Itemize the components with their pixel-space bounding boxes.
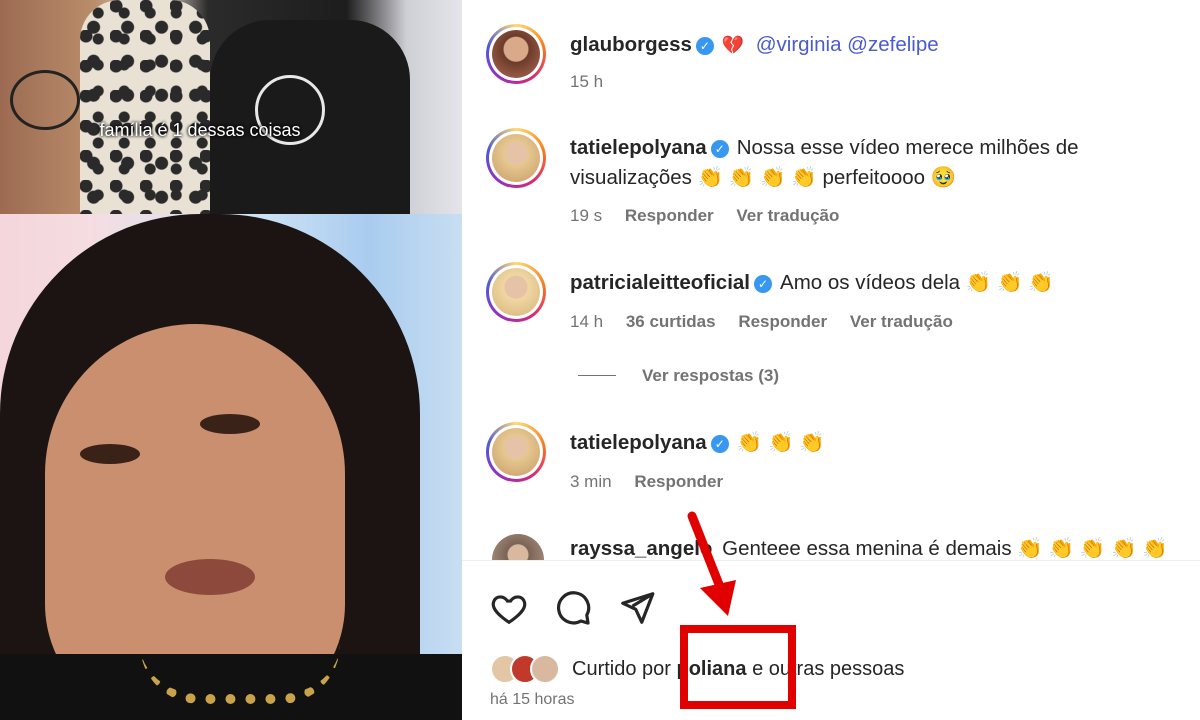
annotation-arrow-icon bbox=[687, 511, 736, 616]
comment-meta: 15 h bbox=[570, 72, 621, 92]
comment-body: Nossa esse vídeo merece milhões de bbox=[736, 136, 1079, 159]
broken-heart-emoji: 💔 bbox=[721, 35, 745, 56]
comment-text-line2: visualizações 👏 👏 👏 👏 perfeitoooo 🥹 bbox=[570, 166, 957, 189]
comment-username[interactable]: glauborgess bbox=[570, 33, 692, 56]
person-lips bbox=[165, 559, 255, 595]
comment-mentions[interactable]: @virginia @zefelipe bbox=[756, 33, 939, 56]
comment-username[interactable]: tatielepolyana bbox=[570, 136, 707, 159]
comment-meta: 19 s Responder Ver tradução bbox=[570, 206, 857, 226]
heart-icon[interactable] bbox=[490, 589, 528, 627]
avatar[interactable] bbox=[486, 262, 546, 322]
comment-time: 3 min bbox=[570, 472, 612, 491]
person-leopard-dress bbox=[80, 0, 210, 214]
verified-badge-icon: ✓ bbox=[710, 140, 729, 158]
avatar[interactable] bbox=[486, 422, 546, 482]
verified-badge-icon: ✓ bbox=[754, 275, 773, 293]
liker-avatar bbox=[530, 654, 560, 684]
person-eye-left bbox=[80, 444, 140, 464]
verified-badge-icon: ✓ bbox=[710, 435, 729, 453]
comment-time: 15 h bbox=[570, 72, 604, 91]
comment-body: Genteee essa menina é demais 👏 👏 👏 👏 👏 bbox=[722, 537, 1168, 560]
replies-divider bbox=[578, 375, 616, 376]
reply-button[interactable]: Responder bbox=[625, 206, 714, 225]
comment-time: 19 s bbox=[570, 206, 603, 225]
post-media[interactable]: família é 1 dessas coisas bbox=[0, 0, 462, 720]
comment-item: rayssa_angelo Genteee essa menina é dema… bbox=[462, 528, 1200, 564]
comment-likes-count[interactable]: 36 curtidas bbox=[626, 312, 716, 331]
reply-button[interactable]: Responder bbox=[634, 472, 723, 491]
comment-icon[interactable] bbox=[554, 589, 592, 627]
video-frame-top: família é 1 dessas coisas bbox=[0, 0, 462, 214]
send-icon[interactable] bbox=[618, 589, 656, 627]
comment-username[interactable]: patricialeitteoficial bbox=[570, 271, 750, 294]
comment-meta: 3 min Responder bbox=[570, 472, 741, 492]
video-frame-bottom bbox=[0, 214, 462, 720]
verified-badge-icon: ✓ bbox=[695, 37, 714, 55]
liked-by-prefix: Curtido por bbox=[572, 657, 671, 680]
comment-meta: 14 h 36 curtidas Responder Ver tradução bbox=[570, 312, 971, 332]
video-caption: família é 1 dessas coisas bbox=[99, 120, 301, 140]
view-replies-label: Ver respostas (3) bbox=[642, 366, 780, 385]
comment-text: tatielepolyana ✓ Nossa esse vídeo merece m… bbox=[570, 133, 1186, 163]
comment-body: 👏 👏 👏 bbox=[736, 431, 825, 454]
post-action-bar: Curtido por poliana e outras pessoas há … bbox=[462, 560, 1200, 720]
see-translation-button[interactable]: Ver tradução bbox=[850, 312, 953, 331]
avatar[interactable] bbox=[486, 128, 546, 188]
view-replies-button[interactable]: Ver respostas (3) bbox=[578, 366, 779, 386]
comment-text: glauborgess ✓ 💔 @virginia @zefelipe bbox=[570, 30, 1186, 61]
comments-panel: glauborgess ✓ 💔 @virginia @zefelipe 15 h t… bbox=[462, 0, 1200, 720]
reply-button[interactable]: Responder bbox=[738, 312, 827, 331]
see-translation-button[interactable]: Ver tradução bbox=[736, 206, 839, 225]
post-time: há 15 horas bbox=[490, 691, 575, 708]
comment-text: tatielepolyana ✓ 👏 👏 👏 bbox=[570, 428, 1186, 458]
comment-body: Amo os vídeos dela 👏 👏 👏 bbox=[780, 271, 1054, 294]
comment-time: 14 h bbox=[570, 312, 604, 331]
avatar[interactable] bbox=[486, 24, 546, 84]
comment-username[interactable]: tatielepolyana bbox=[570, 431, 707, 454]
annotation-highlight-box bbox=[680, 625, 796, 709]
person-necklace bbox=[140, 644, 340, 704]
comment-text: patricialeitteoficial ✓ Amo os vídeos dela… bbox=[570, 268, 1186, 298]
person-eye-right bbox=[200, 414, 260, 434]
